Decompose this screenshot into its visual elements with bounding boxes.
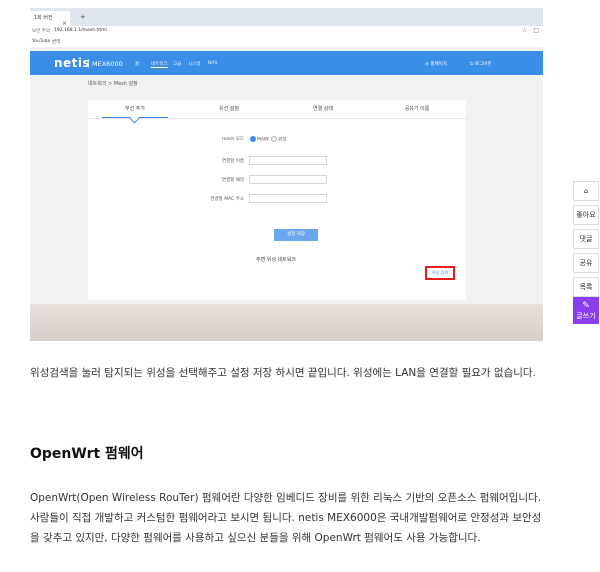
conn-channel-label: 연결할 채널 — [221, 178, 244, 183]
save-settings-button: 설정 저장 — [274, 229, 318, 241]
pen-icon: ✎ — [582, 301, 590, 311]
new-tab-icon: + — [80, 13, 86, 21]
conn-mac-input — [249, 194, 327, 203]
browser-tab-label: 1회 버전 — [34, 15, 53, 21]
mesh-mode-options: MAIN 위성 — [249, 136, 286, 143]
radio-icon — [271, 136, 278, 142]
mesh-mode-main: MAIN — [257, 137, 269, 143]
screenshot-bottom-edge — [30, 304, 543, 341]
panel-tabs: 무선 추가 유선 설정 연결 상태 공유기 이름 — [88, 100, 466, 124]
divider — [88, 59, 89, 68]
share-button[interactable]: 공유 — [573, 253, 599, 273]
satellite-scan-button: 위성 검색 — [425, 266, 455, 280]
comment-button[interactable]: 댓글 — [573, 229, 599, 249]
browser-tab-bar: 1회 버전 × + — [30, 8, 543, 27]
tab-wireless-add: 무선 추가 — [125, 106, 145, 112]
bookmarks-bar: YouTube 번역 — [30, 37, 543, 47]
mesh-mode-label: mesh 모드 — [221, 137, 244, 142]
article-paragraph: OpenWrt(Open Wireless RouTer) 펌웨어란 다양한 임… — [30, 492, 542, 544]
conn-name-label: 연결할 이름 — [221, 159, 244, 164]
caret-icon — [129, 113, 140, 124]
nav-nas: NAS — [208, 61, 218, 66]
nav-logout: ⏻ 로그아웃 — [470, 62, 492, 67]
section-heading: OpenWrt 펌웨어 — [30, 446, 144, 462]
tab-router-name: 공유기 이름 — [404, 106, 430, 112]
nav-system: 시스템 — [188, 62, 201, 67]
security-status: 보안 주의 — [32, 29, 50, 34]
mesh-panel: 무선 추가 유선 설정 연결 상태 공유기 이름 mesh 모드 MAIN 위성… — [88, 100, 466, 300]
nav-homepage: ◎ 홈페이지 — [425, 62, 447, 67]
address-url: 192.168.1.1/mesh.html — [54, 28, 107, 33]
star-icon: ☆ — [521, 27, 527, 34]
like-button[interactable]: 좋아요 — [573, 205, 599, 225]
browser-tab: 1회 버전 × — [30, 11, 70, 27]
conn-channel-input — [249, 175, 327, 184]
write-button[interactable]: ✎ 글쓰기 — [573, 297, 599, 324]
model-name: MEX6000 — [92, 60, 123, 68]
radio-icon — [250, 136, 256, 142]
window-icon: □ — [533, 27, 539, 34]
breadcrumb: 네트워크 > Mesh 설정 — [88, 81, 138, 87]
conn-name-input — [249, 156, 327, 165]
list-button[interactable]: 목록 — [573, 277, 599, 297]
bookmark-translate: 번역 — [52, 40, 61, 45]
netis-logo: netis — [54, 56, 91, 70]
conn-mac-label: 연결할 MAC 주소 — [210, 197, 244, 202]
tab-connection-status: 연결 상태 — [313, 106, 333, 112]
home-button[interactable]: ⌂ — [573, 181, 599, 201]
nav-network: 네트워크 — [151, 62, 168, 68]
nav-home: 홈 — [135, 62, 140, 67]
embedded-screenshot: 1회 버전 × + 보안 주의 192.168.1.1/mesh.html ☆ … — [30, 8, 543, 341]
router-navbar: netis MEX6000 홈 네트워크 고급 시스템 NAS ◎ 홈페이지 ⏻… — [30, 51, 543, 75]
home-icon: ⌂ — [583, 187, 589, 195]
nav-advanced: 고급 — [173, 62, 182, 67]
mesh-mode-sub: 위성 — [278, 137, 287, 143]
write-label: 글쓰기 — [576, 312, 596, 320]
tab-wired-setup: 유선 설정 — [219, 106, 239, 112]
nearby-networks-title: 주변 위성 네트워크 — [256, 257, 296, 263]
article-paragraph: 위성검색을 눌러 탐지되는 위성을 선택해주고 설정 저장 하시면 끝입니다. … — [30, 367, 536, 379]
bookmark-youtube: YouTube — [32, 39, 51, 44]
